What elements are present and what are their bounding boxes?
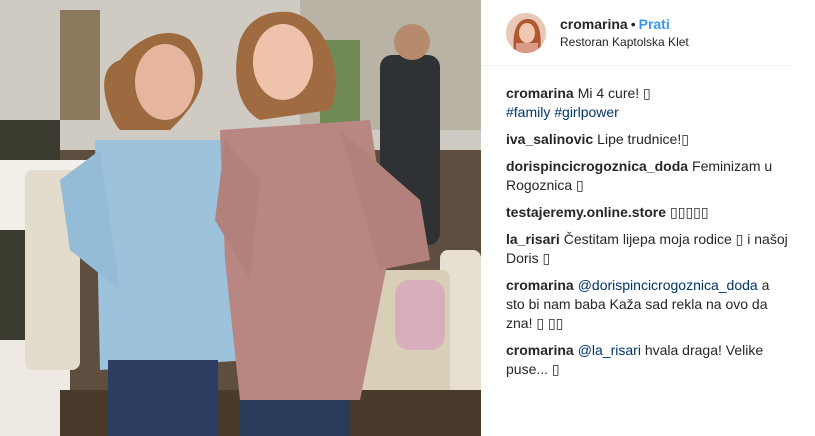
comment-username[interactable]: testajeremy.online.store [506,204,666,220]
post-photo[interactable] [0,0,481,436]
follow-button[interactable]: Prati [639,16,670,32]
avatar[interactable] [506,12,546,53]
profile-photo-icon [506,12,546,53]
comment-item: testajeremy.online.store ▯▯▯▯▯ [506,203,791,222]
comment-text: Lipe trudnice!▯ [597,131,689,147]
location-link[interactable]: Restoran Kaptolska Klet [560,33,689,51]
header-info: cromarina • Prati Restoran Kaptolska Klet [560,15,689,51]
post-header: cromarina • Prati Restoran Kaptolska Klet [481,0,792,66]
comment-username[interactable]: dorispincicrogoznica_doda [506,158,688,174]
comment-item: la_risari Čestitam lijepa moja rodice ▯ i… [506,230,791,268]
instagram-post: cromarina • Prati Restoran Kaptolska Klet … [0,0,815,436]
comment-item: cromarina @la_risari hvala draga! Velike … [506,341,791,379]
comment-item: dorispincicrogoznica_doda Feminizam u Rog… [506,157,791,195]
comment-username[interactable]: cromarina [506,85,574,101]
comments-list: cromarina Mi 4 cure! ▯ #family #girlpower… [481,66,815,379]
comment-username[interactable]: cromarina [506,277,574,293]
post-side-panel: cromarina • Prati Restoran Kaptolska Klet … [481,0,815,436]
comment-username[interactable]: cromarina [506,342,574,358]
comment-username[interactable]: iva_salinovic [506,131,593,147]
header-row: cromarina • Prati [560,15,689,33]
mention-link[interactable]: @la_risari [578,342,641,358]
photo-illustration [0,0,481,436]
comment-text: ▯▯▯▯▯ [670,204,709,220]
comment-text: Mi 4 cure! ▯ [577,85,651,101]
hashtag-link[interactable]: #girlpower [554,104,619,120]
mention-link[interactable]: @dorispincicrogoznica_doda [578,277,758,293]
username-link[interactable]: cromarina [560,16,628,32]
comment-username[interactable]: la_risari [506,231,560,247]
separator-dot: • [630,15,636,32]
comment-item: cromarina @dorispincicrogoznica_doda a st… [506,276,791,333]
caption: cromarina Mi 4 cure! ▯ #family #girlpower [506,84,791,122]
comment-item: iva_salinovic Lipe trudnice!▯ [506,130,791,149]
hashtag-link[interactable]: #family [506,104,550,120]
